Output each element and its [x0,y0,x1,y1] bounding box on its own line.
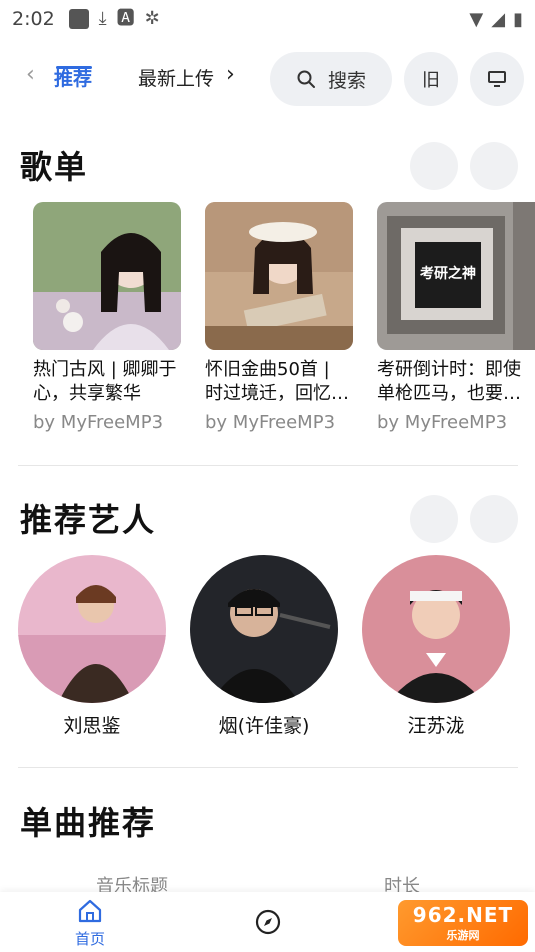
active-tab-indicator [56,66,92,69]
search-label: 搜索 [327,69,366,92]
playlist-card[interactable]: 热门古风 | 卿卿于心，共享繁华 by MyFreeMP3 [33,202,181,433]
search-icon [297,70,315,88]
watermark-line2: 乐游网 [446,929,480,942]
tab-latest-uploads[interactable]: 最新上传 [138,64,218,91]
status-time: 2:02 [12,8,55,30]
artists-next-button[interactable] [470,495,518,543]
watermark-logo: 962.NET 乐游网 [398,900,528,946]
playlist-title: 热门古风 | 卿卿于心，共享繁华 [33,359,177,404]
playlist-cover [33,202,181,350]
artists-section-title: 推荐艺人 [20,501,157,539]
artist-avatar [190,555,338,703]
section-divider [18,767,518,768]
artists-prev-button[interactable] [410,495,458,543]
status-system-icons: ▼ ◢ ▮ [469,9,523,30]
artist-avatar [362,555,510,703]
playlist-cover: 考研之神 [377,202,535,350]
singles-section-title: 单曲推荐 [20,804,157,842]
artist-name: 刘思鉴 [63,715,121,737]
download-icon: ⤓ [98,8,107,29]
playlists-prev-button[interactable] [410,142,458,190]
artist-card[interactable]: 刘思鉴 [18,555,166,738]
artist-name: 烟(许佳豪) [218,715,310,737]
watermark-line1: 962.NET [412,903,514,927]
compass-icon[interactable] [254,908,282,936]
playlist-author: by MyFreeMP3 [205,412,336,433]
wifi-icon: ▼ [469,8,484,30]
artist-avatar [18,555,166,703]
old-version-button[interactable]: 旧 [404,52,458,106]
signal-icon: ◢ [491,8,506,30]
playlists-section-title: 歌单 [20,148,89,186]
artist-card[interactable]: 汪苏泷 [362,555,510,738]
nav-home[interactable]: 首页 [70,898,110,949]
playlist-author: by MyFreeMP3 [33,412,164,433]
app-notification-icon [68,9,89,29]
section-divider [18,465,518,466]
nav-home-label: 首页 [74,930,105,948]
monitor-button[interactable] [470,52,524,106]
status-notification-icons: ⤓ 🅰 ✲ [68,8,160,29]
artist-card[interactable]: 烟(许佳豪) [190,555,338,738]
old-version-label: 旧 [422,70,440,91]
tabs-scroll-right-icon[interactable]: › [226,62,235,87]
top-tab-bar: ‹ 推荐 最新上传 › 搜索 旧 [0,50,535,118]
playlist-title: 怀旧金曲50首 | 时过境迁，回忆如初 [205,359,349,404]
playlist-card[interactable]: 考研之神 考研倒计时：即使单枪匹马，也要勇往直前 by MyFreeMP3 [377,202,535,433]
monitor-icon [488,71,506,87]
status-bar: 2:02 ⤓ 🅰 ✲ ▼ ◢ ▮ [0,0,535,38]
tabs-scroll-left-icon[interactable]: ‹ [26,62,35,87]
home-icon [78,899,102,923]
playlist-card[interactable]: 怀旧金曲50首 | 时过境迁，回忆如初 by MyFreeMP3 [205,202,353,433]
playlist-author: by MyFreeMP3 [377,412,508,433]
search-button[interactable]: 搜索 [270,52,392,106]
playlist-title: 考研倒计时：即使单枪匹马，也要勇往直前 [377,359,521,404]
playlist-cover [205,202,353,350]
playlists-next-button[interactable] [470,142,518,190]
font-a-icon: 🅰 [116,8,135,29]
cover-text: 考研之神 [420,265,476,282]
battery-icon: ▮ [513,8,523,30]
artist-name: 汪苏泷 [407,715,465,737]
bug-icon: ✲ [144,8,160,29]
